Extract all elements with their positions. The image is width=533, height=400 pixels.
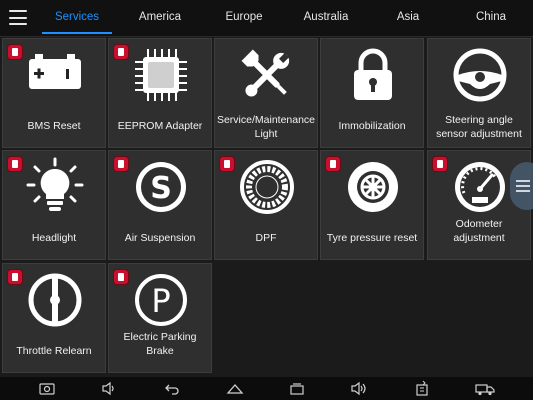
padlock-icon: [354, 48, 392, 100]
tab-asia[interactable]: Asia: [374, 0, 442, 34]
pdf-badge-icon: [220, 157, 234, 171]
tab-services[interactable]: Services: [42, 0, 112, 34]
pdf-badge-icon: [8, 270, 22, 284]
tile-bms-reset[interactable]: BMS Reset: [2, 38, 106, 148]
battery-icon: [29, 54, 81, 89]
tile-headlight[interactable]: Headlight: [2, 150, 106, 260]
tile-electric-parking-brake[interactable]: P Electric Parking Brake: [108, 263, 212, 373]
pdf-badge-icon: [433, 157, 447, 171]
pdf-badge-icon: [326, 157, 340, 171]
side-menu-handle[interactable]: [510, 162, 533, 210]
volume-up-icon[interactable]: [350, 380, 368, 397]
tile-immobilization[interactable]: Immobilization: [320, 38, 424, 148]
tile-tyre-pressure-reset[interactable]: Tyre pressure reset: [320, 150, 424, 260]
vci-icon[interactable]: [413, 380, 431, 397]
tile-label: Odometer adjustment: [453, 218, 505, 244]
tile-service-maintenance-light[interactable]: Service/Maintenance Light: [214, 38, 318, 148]
system-nav-bar: [0, 377, 533, 400]
pdf-badge-icon: [114, 45, 128, 59]
svg-text:P: P: [151, 282, 170, 320]
tile-steering-angle-sensor-adjustment[interactable]: Steering angle sensor adjustment: [427, 38, 531, 148]
tile-label: BMS Reset: [27, 120, 81, 132]
pdf-badge-icon: [114, 157, 128, 171]
tyre-icon: [348, 162, 398, 212]
tab-australia[interactable]: Australia: [292, 0, 360, 34]
tile-label: Steering angle sensor adjustment: [436, 114, 522, 140]
tab-china[interactable]: China: [457, 0, 525, 34]
pdf-badge-icon: [8, 45, 22, 59]
truck-icon[interactable]: [474, 380, 496, 397]
tile-eeprom-adapter[interactable]: EEPROM Adapter: [108, 38, 212, 148]
pdf-badge-icon: [8, 157, 22, 171]
camera-icon[interactable]: [38, 380, 56, 397]
tile-throttle-relearn[interactable]: Throttle Relearn: [2, 263, 106, 373]
tab-america[interactable]: America: [126, 0, 194, 34]
tile-dpf[interactable]: DPF: [214, 150, 318, 260]
tile-label: Tyre pressure reset: [326, 232, 418, 244]
dpf-filter-icon: [240, 160, 294, 214]
tab-europe[interactable]: Europe: [210, 0, 278, 34]
tile-label: DPF: [255, 232, 277, 244]
menu-icon[interactable]: [9, 10, 27, 25]
suspension-s-icon: S: [136, 162, 186, 212]
odometer-icon: [455, 162, 505, 212]
tile-label: EEPROM Adapter: [117, 120, 203, 132]
throttle-icon: [28, 273, 82, 327]
parking-brake-icon: P: [135, 274, 187, 326]
tile-label: Headlight: [31, 232, 77, 244]
tile-label: Immobilization: [338, 120, 406, 132]
volume-down-icon[interactable]: [100, 380, 118, 397]
pdf-badge-icon: [114, 270, 128, 284]
tile-label: Electric Parking Brake: [123, 331, 197, 357]
chip-icon: [135, 49, 187, 101]
lightbulb-icon: [26, 157, 84, 211]
wrench-screwdriver-icon: [241, 49, 290, 97]
tile-label: Throttle Relearn: [16, 345, 92, 357]
top-tab-bar: Services America Europe Australia Asia C…: [0, 0, 533, 37]
recent-apps-icon[interactable]: [288, 380, 306, 397]
back-icon[interactable]: [163, 380, 181, 397]
home-icon[interactable]: [226, 380, 244, 397]
steering-wheel-icon: [453, 48, 507, 102]
tile-label: Air Suspension: [124, 232, 196, 244]
tile-label: Service/Maintenance Light: [216, 114, 316, 140]
svg-text:S: S: [150, 171, 172, 206]
tile-air-suspension[interactable]: S Air Suspension: [108, 150, 212, 260]
